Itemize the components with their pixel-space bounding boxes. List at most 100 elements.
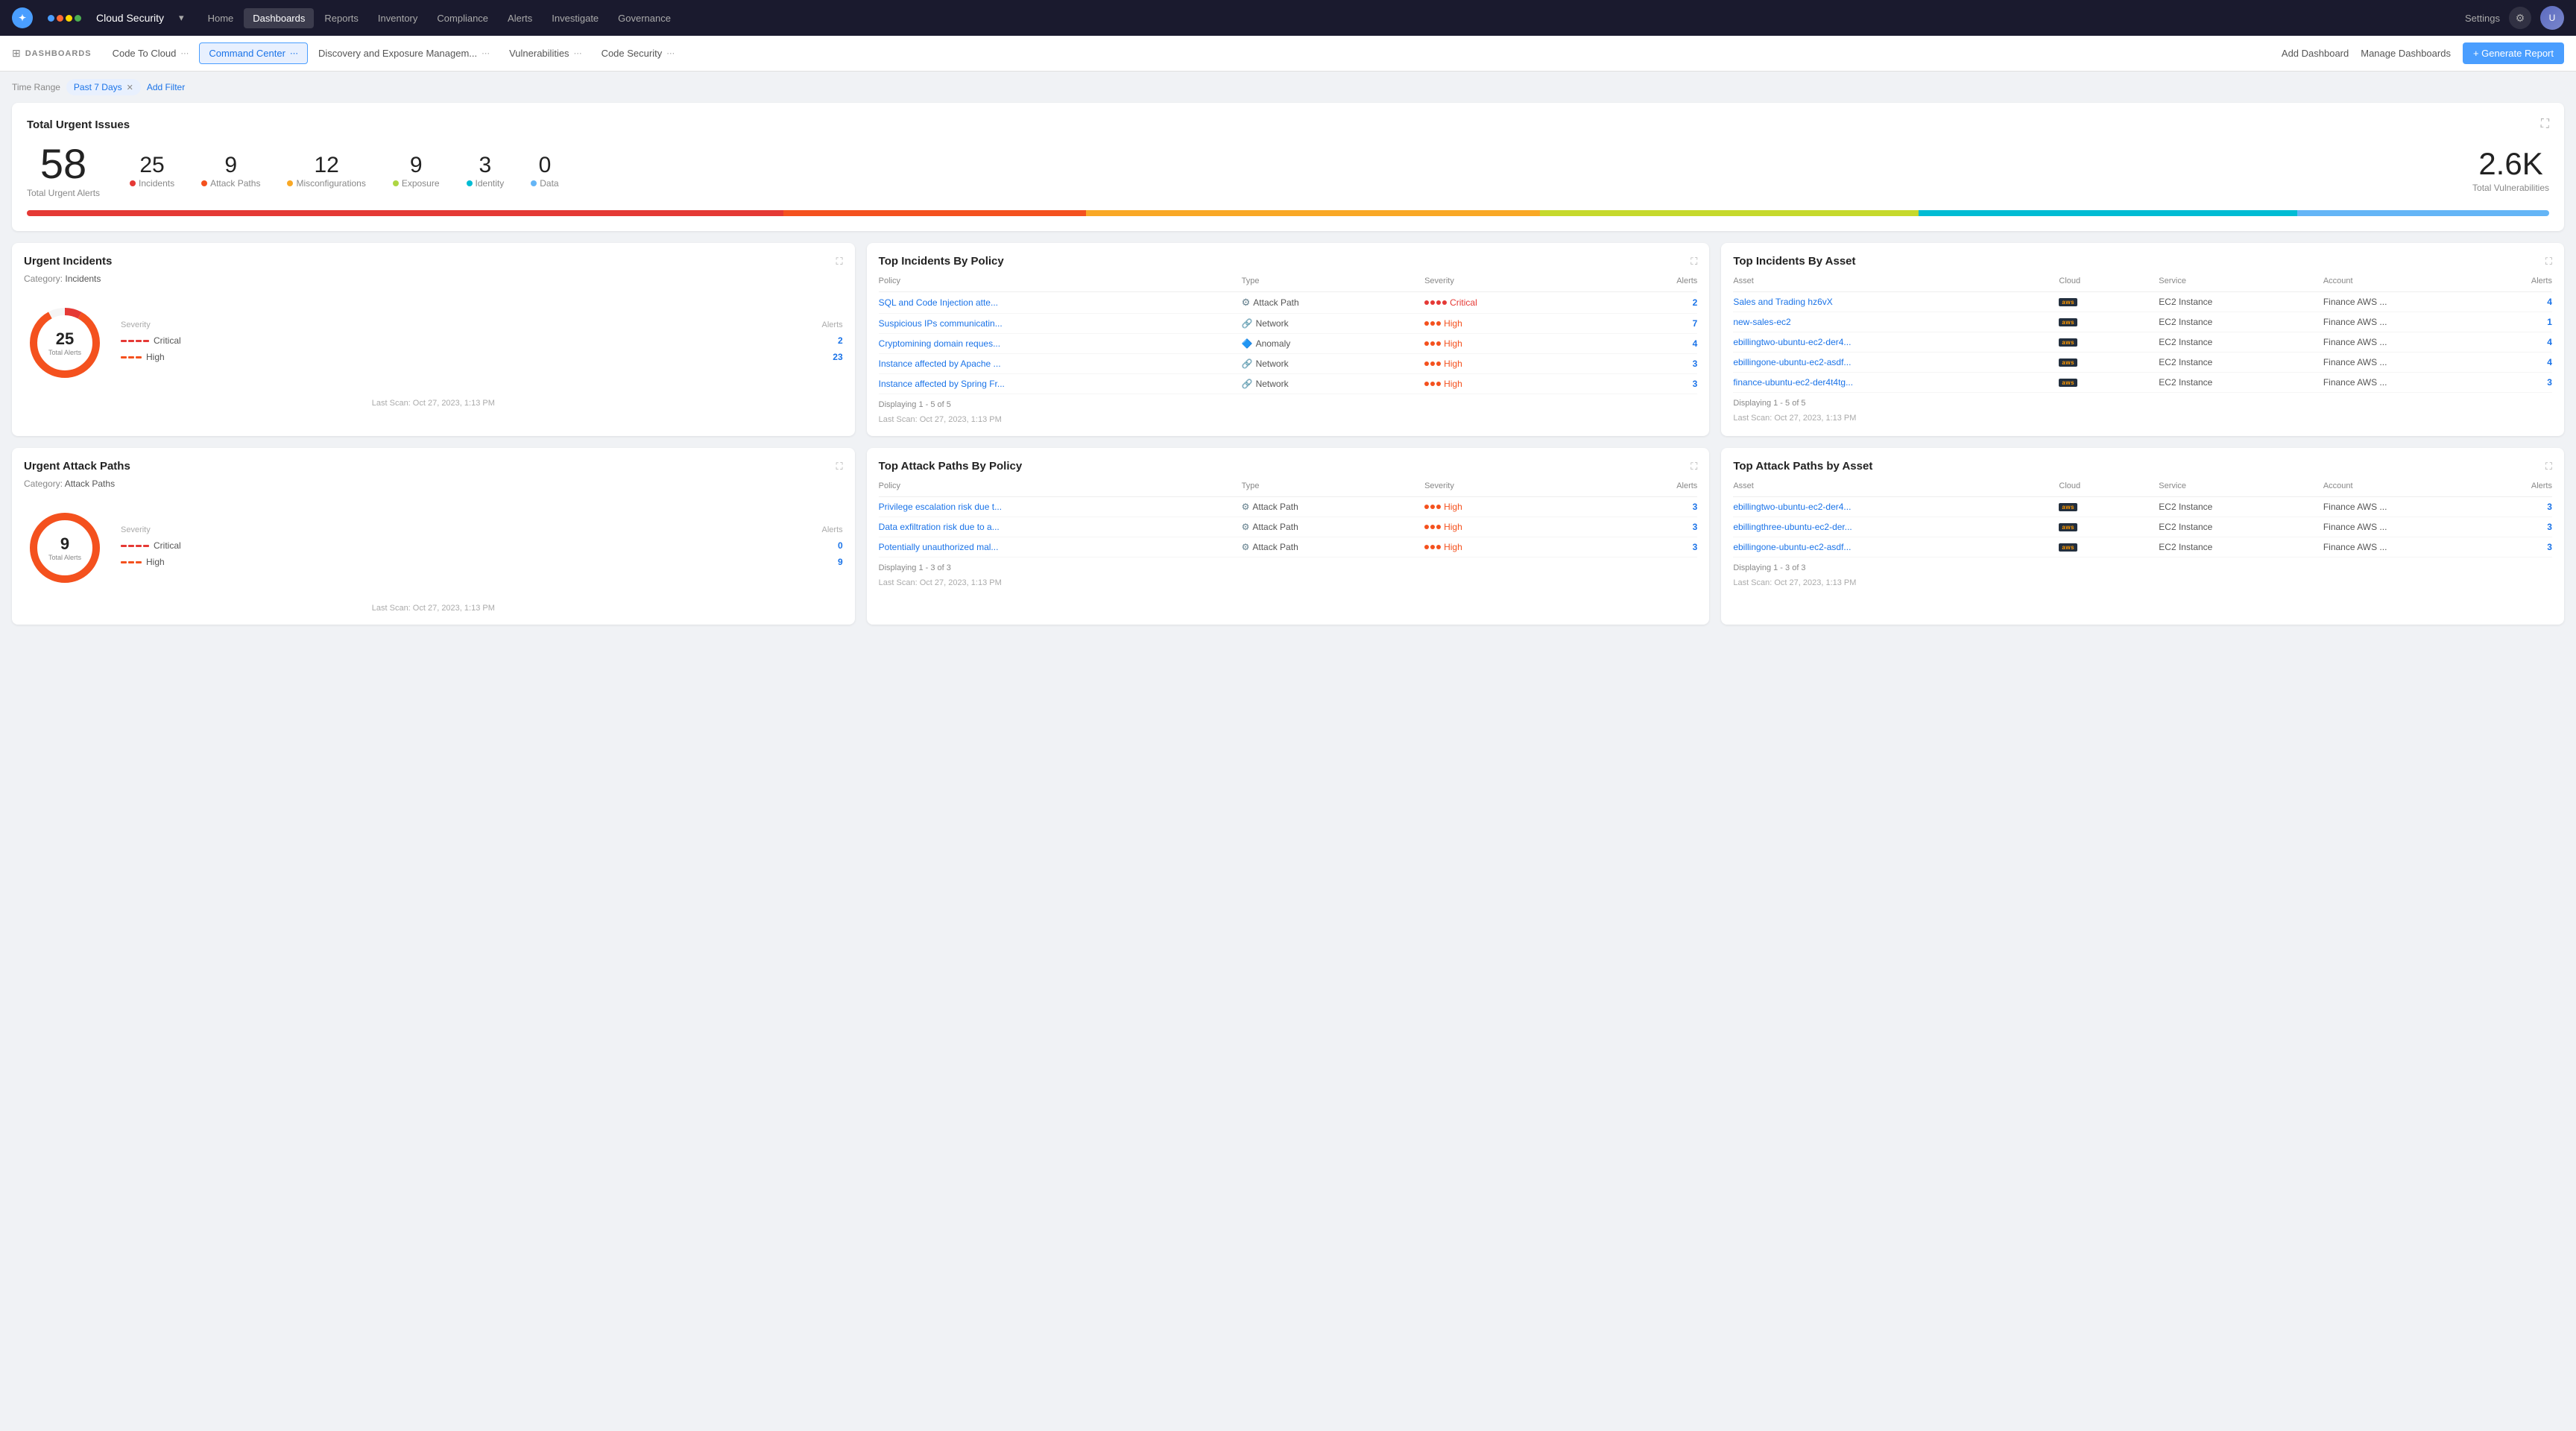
filter-chip[interactable]: Past 7 Days ✕ [66, 79, 141, 95]
tia-expand[interactable]: ⛶ [2545, 256, 2552, 268]
tapa-displaying: Displaying 1 - 3 of 3 [1733, 563, 2552, 572]
nav-link-governance[interactable]: Governance [609, 8, 680, 28]
nav-dropdown-icon[interactable]: ▾ [179, 12, 184, 24]
urgent-total-label: Total Urgent Alerts [27, 188, 100, 198]
uap-expand[interactable]: ⛶ [836, 461, 843, 473]
tapp-last-scan: Last Scan: Oct 27, 2023, 1:13 PM [879, 578, 1698, 587]
urgent-expand-icon[interactable]: ⛶ [2541, 118, 2549, 131]
ui-donut: 25 Total Alerts [24, 302, 106, 384]
tapp-expand[interactable]: ⛶ [1690, 461, 1697, 473]
breakdown-incidents: 25 Incidents [130, 153, 174, 189]
top-attack-paths-policy-card: Top Attack Paths By Policy ⛶ Policy Type… [867, 448, 1710, 625]
asset-link[interactable]: ebillingtwo-ubuntu-ec2-der4... [1733, 502, 2056, 512]
nav-link-inventory[interactable]: Inventory [369, 8, 426, 28]
asset-link[interactable]: Sales and Trading hz6vX [1733, 297, 2056, 307]
asset-link[interactable]: ebillingone-ubuntu-ec2-asdf... [1733, 542, 2056, 552]
urgent-content: 58 Total Urgent Alerts 25 Incidents 9 At… [27, 143, 2549, 198]
asset-link[interactable]: ebillingone-ubuntu-ec2-asdf... [1733, 357, 2056, 367]
breakdown-num-mc: 12 [287, 153, 365, 178]
ui-last-scan: Last Scan: Oct 27, 2023, 1:13 PM [24, 399, 843, 408]
breakdown-attack-paths: 9 Attack Paths [201, 153, 260, 189]
tip-expand[interactable]: ⛶ [1690, 256, 1697, 268]
policy-link[interactable]: Instance affected by Spring Fr... [879, 379, 1239, 389]
tab-more-icon[interactable]: ⋯ [180, 48, 189, 58]
policy-link[interactable]: Cryptomining domain reques... [879, 338, 1239, 349]
critical-count[interactable]: 2 [838, 335, 843, 346]
add-filter-button[interactable]: Add Filter [147, 82, 185, 92]
asset-link[interactable]: ebillingtwo-ubuntu-ec2-der4... [1733, 337, 2056, 347]
ui-expand[interactable]: ⛶ [836, 256, 843, 268]
gear-icon[interactable]: ⚙ [2509, 7, 2531, 29]
incidents-row: Urgent Incidents ⛶ Category: Incidents 2… [12, 243, 2564, 436]
policy-link[interactable]: Data exfiltration risk due to a... [879, 522, 1239, 532]
donut-number: 25 [48, 329, 81, 349]
tab-code-to-cloud[interactable]: Code To Cloud ⋯ [104, 43, 198, 63]
breakdown-num-ap: 9 [201, 153, 260, 178]
tia-last-scan: Last Scan: Oct 27, 2023, 1:13 PM [1733, 414, 2552, 423]
policy-link[interactable]: Suspicious IPs communicatin... [879, 318, 1239, 329]
tip-header: Top Incidents By Policy ⛶ [879, 255, 1698, 268]
tip-last-scan: Last Scan: Oct 27, 2023, 1:13 PM [879, 415, 1698, 424]
table-row: ebillingone-ubuntu-ec2-asdf... aws EC2 I… [1733, 353, 2552, 373]
asset-link[interactable]: new-sales-ec2 [1733, 317, 2056, 327]
dashboard-bar: ⊞ DASHBOARDS Code To Cloud ⋯ Command Cen… [0, 36, 2576, 72]
tip-title: Top Incidents By Policy [879, 255, 1004, 268]
uap-title: Urgent Attack Paths [24, 460, 130, 473]
tab-cs-more-icon[interactable]: ⋯ [666, 48, 675, 58]
uap-category: Category: Attack Paths [24, 478, 843, 489]
table-row: SQL and Code Injection atte... ⚙ Attack … [879, 292, 1698, 314]
tia-table: Asset Cloud Service Account Alerts Sales… [1733, 274, 2552, 408]
tia-displaying: Displaying 1 - 5 of 5 [1733, 399, 2552, 408]
tab-vuln-more-icon[interactable]: ⋯ [574, 48, 582, 58]
asset-link[interactable]: finance-ubuntu-ec2-der4t4tg... [1733, 377, 2056, 388]
policy-link[interactable]: Instance affected by Apache ... [879, 358, 1239, 369]
sev-high-row: High 9 [121, 554, 843, 570]
breakdown-identity: 3 Identity [467, 153, 505, 189]
breakdown-label-id: Identity [467, 178, 505, 189]
table-row: new-sales-ec2 aws EC2 Instance Finance A… [1733, 312, 2552, 332]
avatar[interactable]: U [2540, 6, 2564, 30]
urgent-breakdown-items: 25 Incidents 9 Attack Paths 12 [130, 153, 2443, 189]
progress-bar [27, 210, 2549, 216]
nav-link-reports[interactable]: Reports [315, 8, 367, 28]
table-row: Data exfiltration risk due to a... ⚙ Att… [879, 517, 1698, 537]
breakdown-num-exp: 9 [393, 153, 440, 178]
ui-header: Urgent Incidents ⛶ [24, 255, 843, 268]
vuln-total-number: 2.6K [2472, 148, 2549, 180]
tab-discovery[interactable]: Discovery and Exposure Managem... ⋯ [309, 43, 499, 63]
nav-app-title: Cloud Security [96, 12, 164, 24]
settings-text[interactable]: Settings [2465, 13, 2500, 24]
tab-code-security[interactable]: Code Security ⋯ [593, 43, 684, 63]
tapa-expand[interactable]: ⛶ [2545, 461, 2552, 473]
tip-table: Policy Type Severity Alerts SQL and Code… [879, 274, 1698, 409]
tapp-title: Top Attack Paths By Policy [879, 460, 1023, 473]
tab-disc-more-icon[interactable]: ⋯ [482, 48, 490, 58]
tab-active-more-icon[interactable]: ⋯ [290, 48, 298, 58]
nav-link-compliance[interactable]: Compliance [428, 8, 497, 28]
donut-sub: Total Alerts [48, 554, 81, 561]
table-row: ebillingone-ubuntu-ec2-asdf... aws EC2 I… [1733, 537, 2552, 557]
high-count[interactable]: 23 [833, 352, 842, 362]
attack-paths-row: Urgent Attack Paths ⛶ Category: Attack P… [12, 448, 2564, 625]
tab-vulnerabilities[interactable]: Vulnerabilities ⋯ [500, 43, 590, 63]
table-row: Cryptomining domain reques... 🔷 Anomaly … [879, 334, 1698, 354]
nav-link-home[interactable]: Home [199, 8, 243, 28]
ui-category: Category: Incidents [24, 274, 843, 284]
filter-chip-close[interactable]: ✕ [127, 83, 133, 92]
nav-link-investigate[interactable]: Investigate [543, 8, 607, 28]
tab-command-center[interactable]: Command Center ⋯ [199, 42, 308, 64]
tia-title: Top Incidents By Asset [1733, 255, 1855, 268]
policy-link[interactable]: Potentially unauthorized mal... [879, 542, 1239, 552]
nav-link-alerts[interactable]: Alerts [499, 8, 541, 28]
nav-link-dashboards[interactable]: Dashboards [244, 8, 314, 28]
manage-dashboards-link[interactable]: Manage Dashboards [2361, 48, 2451, 59]
asset-link[interactable]: ebillingthree-ubuntu-ec2-der... [1733, 522, 2056, 532]
add-dashboard-link[interactable]: Add Dashboard [2282, 48, 2349, 59]
policy-link[interactable]: SQL and Code Injection atte... [879, 297, 1239, 308]
policy-link[interactable]: Privilege escalation risk due t... [879, 502, 1239, 512]
uap-donut-section: 9 Total Alerts SeverityAlerts [24, 501, 843, 595]
urgent-attack-paths-card: Urgent Attack Paths ⛶ Category: Attack P… [12, 448, 855, 625]
tapp-displaying: Displaying 1 - 3 of 3 [879, 563, 1698, 572]
generate-report-button[interactable]: + Generate Report [2463, 42, 2564, 64]
nav-links: Home Dashboards Reports Inventory Compli… [199, 8, 2450, 28]
